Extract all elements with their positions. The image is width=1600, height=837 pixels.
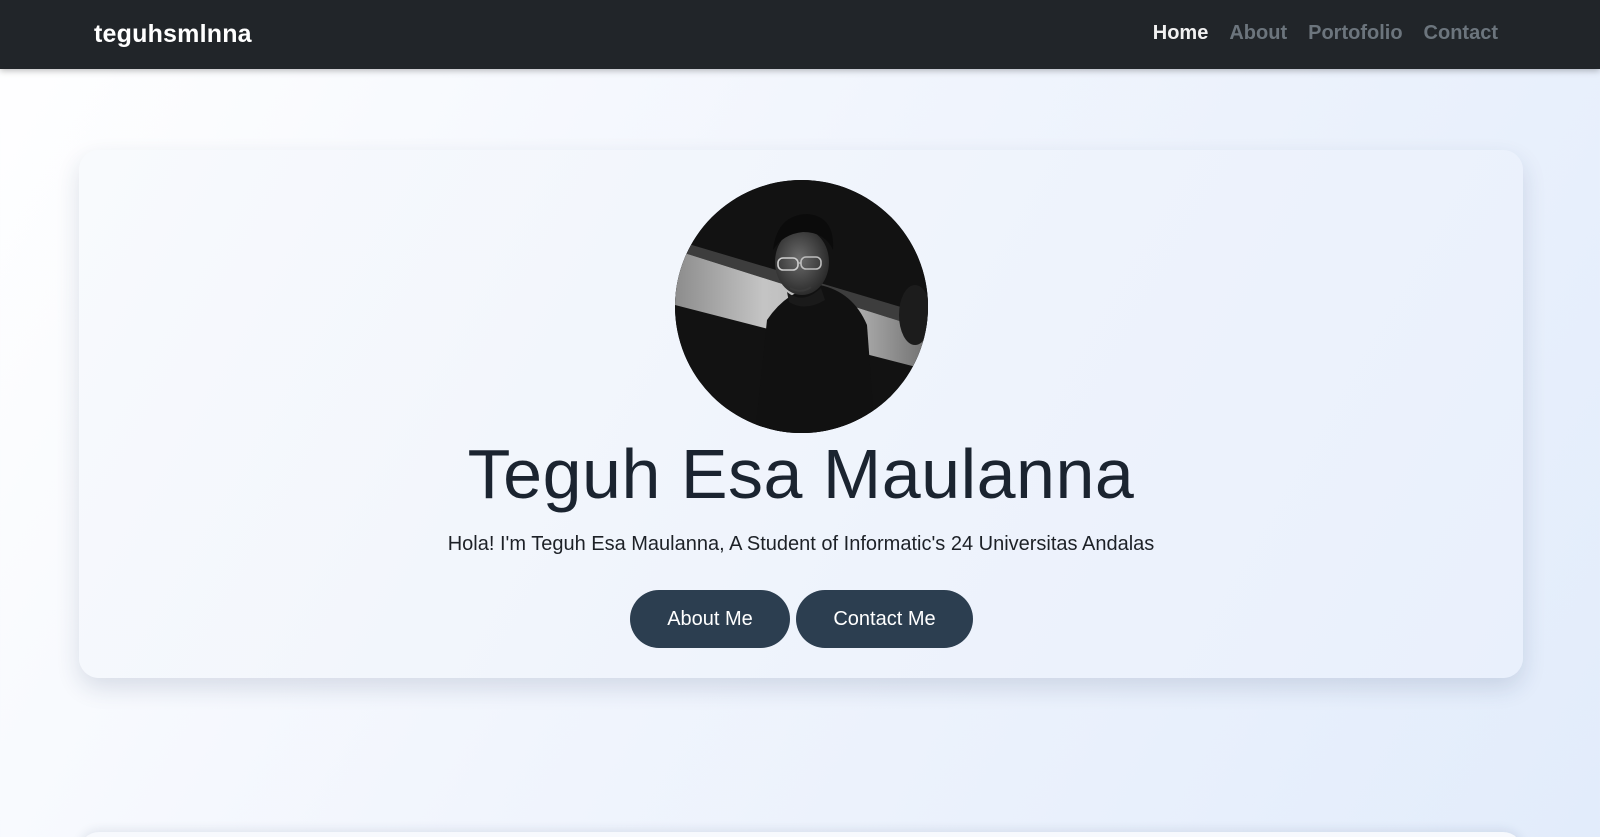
next-section-card [79, 832, 1523, 837]
top-navbar: teguhsmlnna Home About Portofolio Contac… [0, 0, 1600, 69]
nav-link-about[interactable]: About [1229, 22, 1287, 45]
profile-photo-icon [675, 180, 928, 433]
profile-avatar-image [675, 180, 928, 433]
brand-logo-link[interactable]: teguhsmlnna [94, 20, 252, 49]
nav-links: Home About Portofolio Contact [1153, 22, 1498, 45]
hero-subtitle: Hola! I'm Teguh Esa Maulanna, A Student … [447, 533, 1155, 555]
nav-link-contact[interactable]: Contact [1424, 22, 1498, 45]
nav-link-portofolio[interactable]: Portofolio [1308, 22, 1402, 45]
contact-me-button[interactable]: Contact Me [796, 590, 973, 648]
about-me-button[interactable]: About Me [630, 590, 790, 648]
hero-name-heading: Teguh Esa Maulanna [467, 435, 1135, 513]
nav-link-home[interactable]: Home [1153, 22, 1209, 45]
